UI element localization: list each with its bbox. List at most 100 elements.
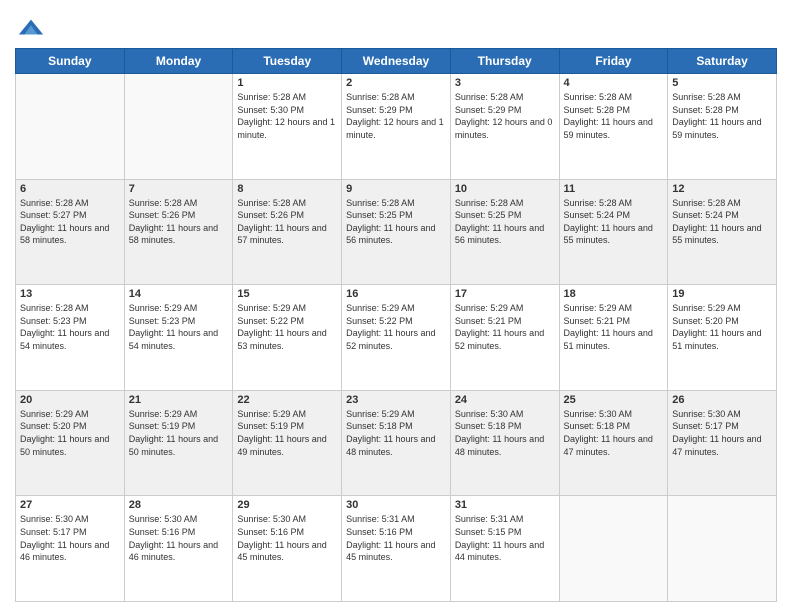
calendar-cell: 10Sunrise: 5:28 AMSunset: 5:25 PMDayligh… (450, 179, 559, 285)
day-number: 14 (129, 288, 229, 300)
day-info: Sunrise: 5:29 AMSunset: 5:23 PMDaylight:… (129, 302, 229, 352)
calendar-header-friday: Friday (559, 49, 668, 74)
calendar-cell: 11 Sunrise: 5:28 AMSunset: 5:24 PMDayligh… (559, 179, 668, 285)
calendar-cell: 5 Sunrise: 5:28 AMSunset: 5:28 PMDaylight… (668, 74, 777, 180)
day-number: 28 (129, 499, 229, 511)
day-number: 1 (237, 77, 337, 89)
calendar-cell: 7 Sunrise: 5:28 AMSunset: 5:26 PMDaylight… (124, 179, 233, 285)
day-number: 18 (564, 288, 664, 300)
day-number: 7 (129, 183, 229, 195)
calendar-cell: 17Sunrise: 5:29 AMSunset: 5:21 PMDayligh… (450, 285, 559, 391)
day-info: Sunrise: 5:31 AMSunset: 5:16 PMDaylight:… (346, 513, 446, 563)
calendar-cell: 27 Sunrise: 5:30 AMSunset: 5:17 PMDayligh… (16, 496, 125, 602)
calendar-cell: 18 Sunrise: 5:29 AMSunset: 5:21 PMDayligh… (559, 285, 668, 391)
day-info: Sunrise: 5:29 AMSunset: 5:21 PMDaylight:… (564, 302, 664, 352)
calendar-table: SundayMondayTuesdayWednesdayThursdayFrid… (15, 48, 777, 602)
day-info: Sunrise: 5:29 AMSunset: 5:18 PMDaylight:… (346, 408, 446, 458)
calendar-cell: 29 Sunrise: 5:30 AMSunset: 5:16 PMDayligh… (233, 496, 342, 602)
day-info: Sunrise: 5:28 AMSunset: 5:30 PMDaylight:… (237, 91, 337, 141)
calendar-cell: 15 Sunrise: 5:29 AMSunset: 5:22 PMDayligh… (233, 285, 342, 391)
calendar-cell (668, 496, 777, 602)
day-number: 15 (237, 288, 337, 300)
day-info: Sunrise: 5:31 AMSunset: 5:15 PMDaylight:… (455, 513, 555, 563)
calendar-cell (124, 74, 233, 180)
day-number: 10 (455, 183, 555, 195)
calendar-cell: 13Sunrise: 5:28 AMSunset: 5:23 PMDayligh… (16, 285, 125, 391)
calendar-cell: 4 Sunrise: 5:28 AMSunset: 5:28 PMDaylight… (559, 74, 668, 180)
day-info: Sunrise: 5:28 AMSunset: 5:29 PMDaylight:… (346, 91, 446, 141)
calendar-week-row-3: 13Sunrise: 5:28 AMSunset: 5:23 PMDayligh… (16, 285, 777, 391)
day-info: Sunrise: 5:30 AMSunset: 5:16 PMDaylight:… (129, 513, 229, 563)
day-info: Sunrise: 5:28 AMSunset: 5:28 PMDaylight:… (672, 91, 772, 141)
calendar-week-row-1: 1 Sunrise: 5:28 AMSunset: 5:30 PMDaylight… (16, 74, 777, 180)
calendar-cell: 28 Sunrise: 5:30 AMSunset: 5:16 PMDayligh… (124, 496, 233, 602)
calendar-week-row-4: 20 Sunrise: 5:29 AMSunset: 5:20 PMDayligh… (16, 390, 777, 496)
day-number: 9 (346, 183, 446, 195)
day-number: 3 (455, 77, 555, 89)
calendar-cell: 20 Sunrise: 5:29 AMSunset: 5:20 PMDayligh… (16, 390, 125, 496)
calendar-week-row-5: 27 Sunrise: 5:30 AMSunset: 5:17 PMDayligh… (16, 496, 777, 602)
day-info: Sunrise: 5:28 AMSunset: 5:24 PMDaylight:… (564, 197, 664, 247)
day-info: Sunrise: 5:29 AMSunset: 5:22 PMDaylight:… (237, 302, 337, 352)
day-info: Sunrise: 5:28 AMSunset: 5:26 PMDaylight:… (129, 197, 229, 247)
day-number: 4 (564, 77, 664, 89)
day-number: 31 (455, 499, 555, 511)
calendar-cell: 24Sunrise: 5:30 AMSunset: 5:18 PMDayligh… (450, 390, 559, 496)
calendar-cell: 9 Sunrise: 5:28 AMSunset: 5:25 PMDaylight… (342, 179, 451, 285)
calendar-cell: 23 Sunrise: 5:29 AMSunset: 5:18 PMDayligh… (342, 390, 451, 496)
day-info: Sunrise: 5:29 AMSunset: 5:19 PMDaylight:… (237, 408, 337, 458)
day-number: 12 (672, 183, 772, 195)
calendar-cell: 30 Sunrise: 5:31 AMSunset: 5:16 PMDayligh… (342, 496, 451, 602)
calendar-cell: 31 Sunrise: 5:31 AMSunset: 5:15 PMDayligh… (450, 496, 559, 602)
day-number: 19 (672, 288, 772, 300)
calendar-cell: 16Sunrise: 5:29 AMSunset: 5:22 PMDayligh… (342, 285, 451, 391)
day-info: Sunrise: 5:28 AMSunset: 5:26 PMDaylight:… (237, 197, 337, 247)
day-info: Sunrise: 5:30 AMSunset: 5:17 PMDaylight:… (20, 513, 120, 563)
calendar-cell: 21 Sunrise: 5:29 AMSunset: 5:19 PMDayligh… (124, 390, 233, 496)
calendar-cell: 19 Sunrise: 5:29 AMSunset: 5:20 PMDayligh… (668, 285, 777, 391)
day-info: Sunrise: 5:28 AMSunset: 5:29 PMDaylight:… (455, 91, 555, 141)
day-info: Sunrise: 5:30 AMSunset: 5:17 PMDaylight:… (672, 408, 772, 458)
calendar-header-row: SundayMondayTuesdayWednesdayThursdayFrid… (16, 49, 777, 74)
calendar-cell (16, 74, 125, 180)
day-info: Sunrise: 5:28 AMSunset: 5:23 PMDaylight:… (20, 302, 120, 352)
calendar-header-sunday: Sunday (16, 49, 125, 74)
day-info: Sunrise: 5:28 AMSunset: 5:25 PMDaylight:… (346, 197, 446, 247)
day-number: 20 (20, 394, 120, 406)
day-info: Sunrise: 5:30 AMSunset: 5:18 PMDaylight:… (564, 408, 664, 458)
day-number: 23 (346, 394, 446, 406)
day-info: Sunrise: 5:28 AMSunset: 5:28 PMDaylight:… (564, 91, 664, 141)
calendar-cell: 14 Sunrise: 5:29 AMSunset: 5:23 PMDayligh… (124, 285, 233, 391)
day-info: Sunrise: 5:29 AMSunset: 5:20 PMDaylight:… (672, 302, 772, 352)
day-number: 8 (237, 183, 337, 195)
day-info: Sunrise: 5:30 AMSunset: 5:16 PMDaylight:… (237, 513, 337, 563)
calendar-header-thursday: Thursday (450, 49, 559, 74)
day-info: Sunrise: 5:29 AMSunset: 5:20 PMDaylight:… (20, 408, 120, 458)
calendar-cell: 6Sunrise: 5:28 AMSunset: 5:27 PMDaylight… (16, 179, 125, 285)
day-number: 2 (346, 77, 446, 89)
day-info: Sunrise: 5:28 AMSunset: 5:24 PMDaylight:… (672, 197, 772, 247)
day-info: Sunrise: 5:30 AMSunset: 5:18 PMDaylight:… (455, 408, 555, 458)
calendar-header-monday: Monday (124, 49, 233, 74)
calendar-header-saturday: Saturday (668, 49, 777, 74)
calendar-cell: 8 Sunrise: 5:28 AMSunset: 5:26 PMDaylight… (233, 179, 342, 285)
header (15, 10, 777, 42)
day-number: 29 (237, 499, 337, 511)
calendar-cell: 25 Sunrise: 5:30 AMSunset: 5:18 PMDayligh… (559, 390, 668, 496)
calendar-cell: 1 Sunrise: 5:28 AMSunset: 5:30 PMDaylight… (233, 74, 342, 180)
day-number: 11 (564, 183, 664, 195)
calendar-cell: 22Sunrise: 5:29 AMSunset: 5:19 PMDayligh… (233, 390, 342, 496)
day-info: Sunrise: 5:29 AMSunset: 5:19 PMDaylight:… (129, 408, 229, 458)
day-number: 21 (129, 394, 229, 406)
calendar-cell (559, 496, 668, 602)
calendar-cell: 3 Sunrise: 5:28 AMSunset: 5:29 PMDaylight… (450, 74, 559, 180)
logo-text (15, 14, 45, 42)
calendar-header-tuesday: Tuesday (233, 49, 342, 74)
day-number: 27 (20, 499, 120, 511)
calendar-cell: 12 Sunrise: 5:28 AMSunset: 5:24 PMDayligh… (668, 179, 777, 285)
day-number: 30 (346, 499, 446, 511)
day-number: 25 (564, 394, 664, 406)
day-number: 16 (346, 288, 446, 300)
day-number: 5 (672, 77, 772, 89)
calendar-cell: 26Sunrise: 5:30 AMSunset: 5:17 PMDayligh… (668, 390, 777, 496)
